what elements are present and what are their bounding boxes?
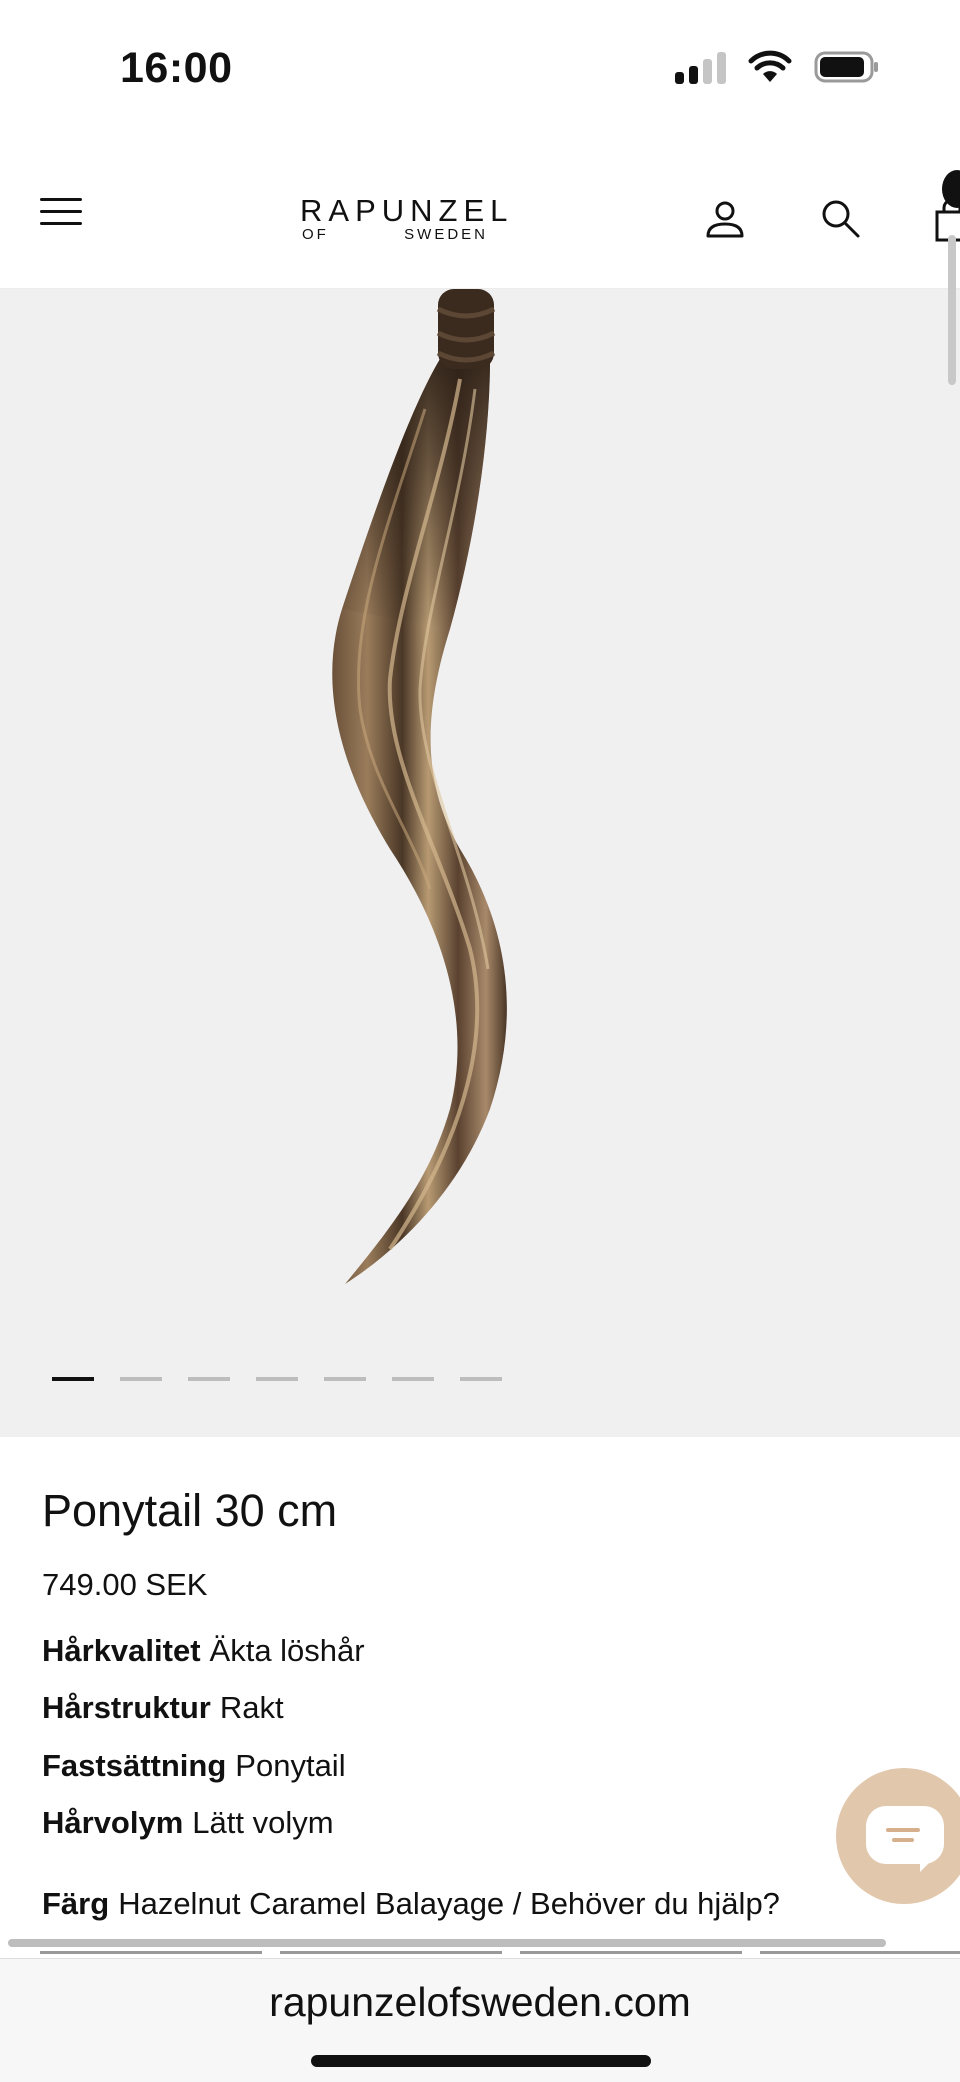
wifi-icon bbox=[748, 50, 792, 84]
battery-icon bbox=[814, 50, 880, 84]
attribute-value: Äkta löshår bbox=[209, 1633, 365, 1668]
gallery-dot[interactable] bbox=[392, 1377, 434, 1381]
attribute-hair-volume: Hårvolym Lätt volym bbox=[42, 1805, 334, 1841]
browser-address-bar: rapunzelofsweden.com bbox=[0, 1958, 960, 2082]
search-icon[interactable] bbox=[820, 198, 862, 245]
logo-main-text: RAPUNZEL bbox=[300, 193, 514, 228]
color-swatch-strip[interactable] bbox=[40, 1951, 960, 1954]
gallery-dot[interactable] bbox=[120, 1377, 162, 1381]
product-title: Ponytail 30 cm bbox=[42, 1485, 338, 1536]
logo-sub-text: OF SWEDEN bbox=[300, 226, 490, 244]
status-time: 16:00 bbox=[120, 44, 233, 92]
hamburger-menu-icon[interactable] bbox=[38, 192, 86, 232]
chat-bubble-tail bbox=[920, 1854, 938, 1872]
gallery-dot[interactable] bbox=[52, 1377, 94, 1381]
attribute-value: Lätt volym bbox=[192, 1805, 334, 1840]
attribute-attachment: Fastsättning Ponytail bbox=[42, 1748, 346, 1784]
logo-sub-right: SWEDEN bbox=[404, 226, 488, 243]
attribute-value: Rakt bbox=[219, 1690, 284, 1725]
product-info: Ponytail 30 cm 749.00 SEK Hårkvalitet Äkt… bbox=[0, 1437, 960, 1957]
status-icons bbox=[675, 50, 880, 84]
site-header: RAPUNZEL OF SWEDEN bbox=[0, 140, 960, 289]
home-indicator[interactable] bbox=[311, 2055, 651, 2067]
attribute-label: Hårvolym bbox=[42, 1805, 184, 1840]
attribute-label: Fastsättning bbox=[42, 1748, 227, 1783]
attribute-hair-quality: Hårkvalitet Äkta löshår bbox=[42, 1633, 365, 1669]
product-image-gallery[interactable] bbox=[0, 289, 960, 1437]
gallery-dot[interactable] bbox=[324, 1377, 366, 1381]
status-bar: 16:00 bbox=[0, 0, 960, 140]
gallery-pagination bbox=[52, 1377, 502, 1381]
product-price: 749.00 SEK bbox=[42, 1567, 208, 1602]
chat-button[interactable] bbox=[836, 1768, 960, 1904]
address-url[interactable]: rapunzelofsweden.com bbox=[0, 1979, 960, 2026]
gallery-dot[interactable] bbox=[188, 1377, 230, 1381]
color-value-help-link[interactable]: Hazelnut Caramel Balayage / Behöver du h… bbox=[118, 1886, 780, 1921]
attribute-hair-structure: Hårstruktur Rakt bbox=[42, 1690, 284, 1726]
gallery-dot[interactable] bbox=[256, 1377, 298, 1381]
attribute-label: Färg bbox=[42, 1886, 110, 1921]
cellular-signal-icon bbox=[675, 50, 726, 84]
logo-sub-left: OF bbox=[302, 226, 329, 243]
brand-logo[interactable]: RAPUNZEL OF SWEDEN bbox=[300, 193, 514, 246]
horizontal-scrollbar[interactable] bbox=[8, 1939, 886, 1947]
attribute-label: Hårkvalitet bbox=[42, 1633, 201, 1668]
attribute-value: Ponytail bbox=[235, 1748, 346, 1783]
page-scrollbar[interactable] bbox=[948, 235, 956, 385]
attribute-label: Hårstruktur bbox=[42, 1690, 211, 1725]
account-icon[interactable] bbox=[704, 198, 746, 245]
attribute-color: Färg Hazelnut Caramel Balayage / Behöver … bbox=[42, 1886, 780, 1922]
ponytail-product-image bbox=[332, 289, 507, 1284]
gallery-dot[interactable] bbox=[460, 1377, 502, 1381]
